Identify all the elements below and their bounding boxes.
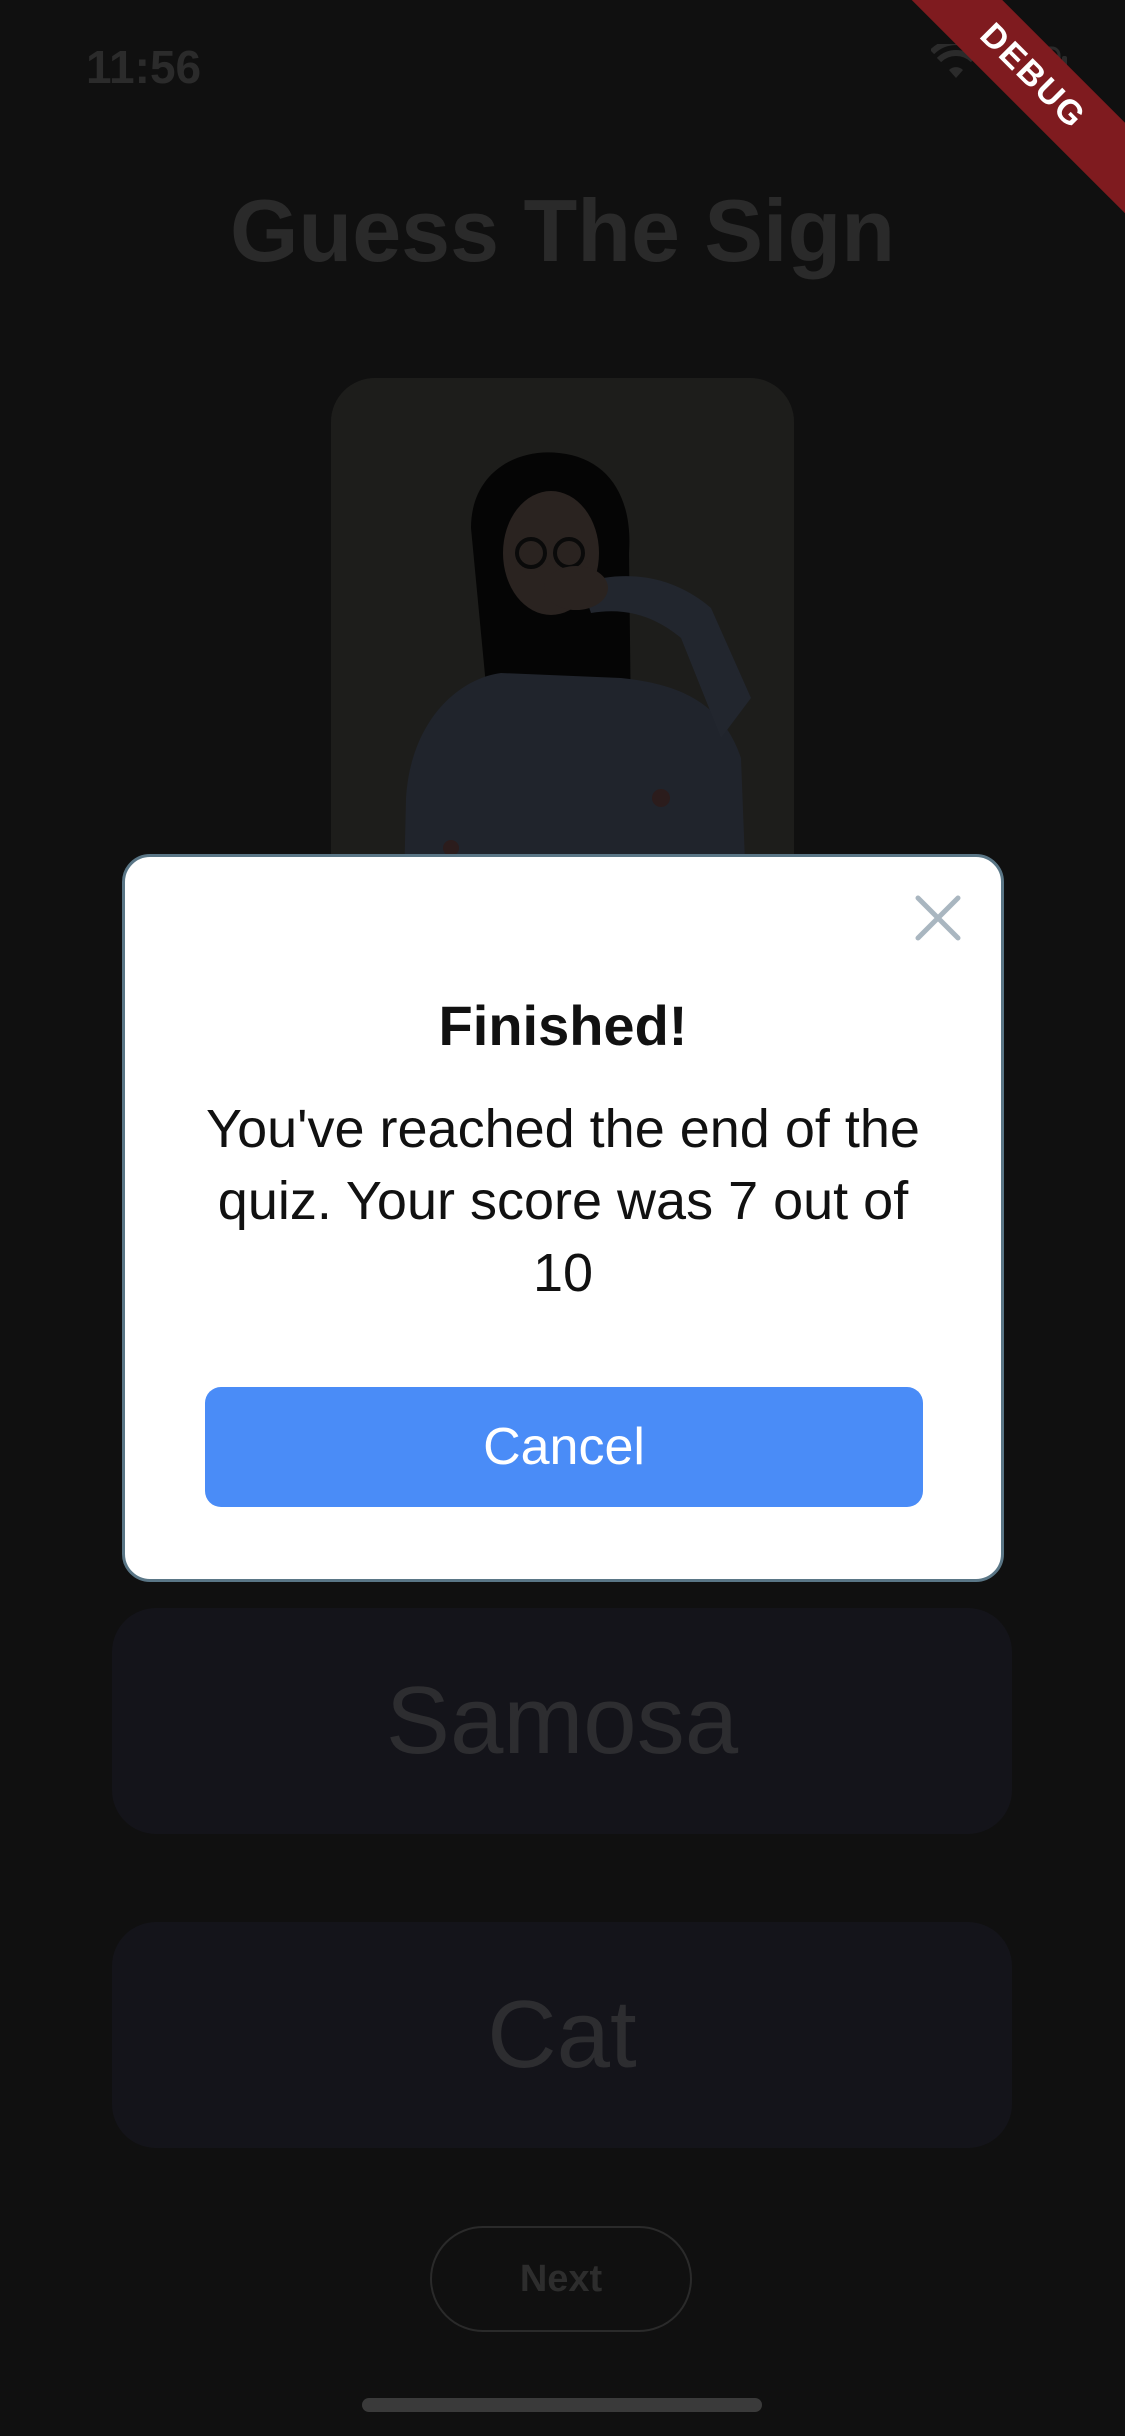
status-time: 11:56	[86, 41, 202, 93]
dialog-title: Finished!	[438, 994, 688, 1057]
next-button[interactable]: Next	[430, 2226, 692, 2332]
home-indicator	[362, 2398, 762, 2412]
close-icon[interactable]	[911, 891, 965, 945]
page-title: Guess The Sign	[229, 181, 896, 280]
finished-dialog: Finished! You've reached the end of the …	[122, 854, 1004, 1582]
option-button-samosa[interactable]: Samosa	[112, 1608, 1012, 1834]
cancel-button[interactable]: Cancel	[205, 1387, 923, 1507]
option-button-cat[interactable]: Cat	[112, 1922, 1012, 2148]
dialog-message: You've reached the end of the quiz. Your…	[206, 1099, 920, 1303]
